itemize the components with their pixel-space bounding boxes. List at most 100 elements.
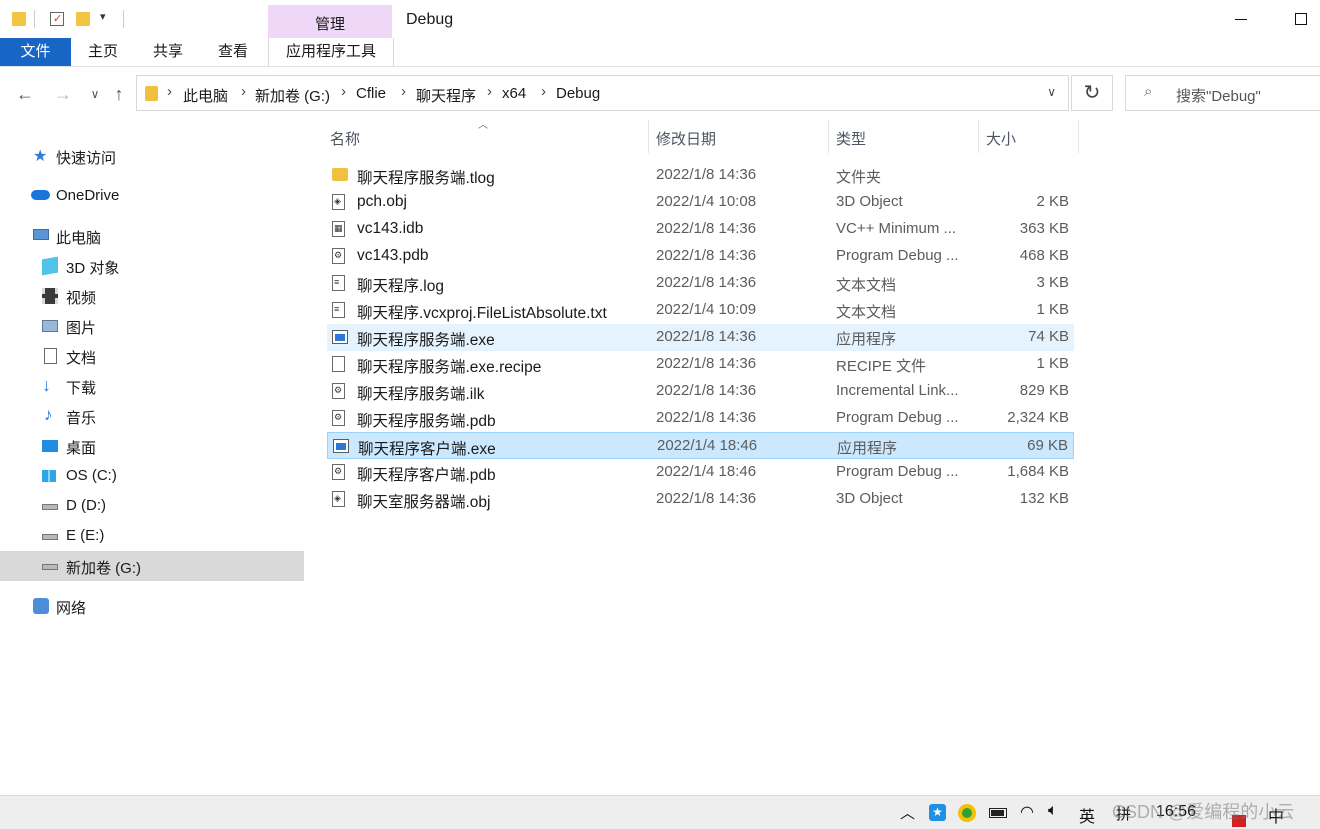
column-header-date[interactable]: 修改日期 <box>656 128 716 149</box>
back-button[interactable]: ← <box>12 80 38 108</box>
file-name: 聊天程序服务端.tlog <box>357 170 495 187</box>
file-row[interactable]: ⚙ 聊天程序服务端.ilk 2022/1/8 14:36 Incremental Li… <box>327 378 1074 405</box>
sidebar-item-music[interactable]: ♪ 音乐 <box>0 401 304 431</box>
sidebar-item-os-c[interactable]: OS (C:) <box>0 461 304 491</box>
sidebar-item-this-pc[interactable]: 此电脑 <box>0 221 304 251</box>
column-header-size[interactable]: 大小 <box>986 128 1016 149</box>
column-divider[interactable] <box>648 120 649 153</box>
column-divider[interactable] <box>978 120 979 153</box>
volume-icon[interactable]: 🔈︎ <box>1048 802 1058 820</box>
up-button[interactable]: ↑ <box>106 80 132 108</box>
3d-object-file-icon: ◈ <box>332 194 345 210</box>
chevron-right-icon: › <box>167 83 172 100</box>
file-row[interactable]: ≡ 聊天程序.vcxproj.FileListAbsolute.txt 2022/1… <box>327 297 1074 324</box>
file-date: 2022/1/4 10:08 <box>656 193 757 210</box>
file-row[interactable]: ◈ pch.obj 2022/1/4 10:08 3D Object 2 KB <box>327 189 1074 216</box>
file-name: 聊天程序客户端.exe <box>358 441 496 458</box>
watermark: CSDN @爱编程的小云 <box>1112 802 1295 822</box>
sidebar-item-desktop[interactable]: 桌面 <box>0 431 304 461</box>
sidebar-item-label: 快速访问 <box>56 150 117 167</box>
minimize-button[interactable] <box>1228 8 1256 32</box>
file-name: 聊天程序服务端.exe <box>357 332 495 349</box>
music-icon: ♪ <box>44 405 53 424</box>
sidebar-item-downloads[interactable]: ↓ 下载 <box>0 371 304 401</box>
sidebar-item-label: 新加卷 (G:) <box>66 560 141 577</box>
file-size: 2,324 KB <box>1007 409 1069 426</box>
pdb-file-icon: ⚙ <box>332 248 345 264</box>
sidebar-item-quick-access[interactable]: ★ 快速访问 <box>0 141 304 171</box>
wifi-icon[interactable]: ◠ <box>1020 802 1034 822</box>
search-placeholder: 搜索"Debug" <box>1176 88 1261 105</box>
breadcrumb-chat-program[interactable]: 聊天程序 <box>416 85 476 106</box>
tab-home[interactable]: 主页 <box>72 38 134 66</box>
file-size: 468 KB <box>1019 247 1069 264</box>
tab-view[interactable]: 查看 <box>202 38 264 66</box>
file-type: Program Debug ... <box>836 463 959 480</box>
column-divider[interactable] <box>828 120 829 153</box>
security-app-icon[interactable] <box>958 804 976 822</box>
windows-drive-icon <box>42 470 56 482</box>
sidebar-item-onedrive[interactable]: OneDrive <box>0 181 304 211</box>
sidebar-item-pictures[interactable]: 图片 <box>0 311 304 341</box>
address-history-dropdown-icon[interactable]: ∨ <box>1047 85 1056 99</box>
column-divider[interactable] <box>1078 120 1079 153</box>
sidebar-item-d[interactable]: D (D:) <box>0 491 304 521</box>
breadcrumb-debug[interactable]: Debug <box>556 85 600 102</box>
ime-language-indicator[interactable]: 英 <box>1079 803 1095 827</box>
file-name: 聊天室服务器端.obj <box>357 494 491 511</box>
video-icon <box>42 288 58 304</box>
file-size: 1 KB <box>1036 355 1069 372</box>
tab-manage[interactable]: 管理 <box>268 5 392 38</box>
file-row[interactable]: 聊天程序服务端.exe 2022/1/8 14:36 应用程序 74 KB <box>327 324 1074 351</box>
tray-app-icon[interactable]: ★ <box>929 804 946 821</box>
file-size: 3 KB <box>1036 274 1069 291</box>
sidebar-item-documents[interactable]: 文档 <box>0 341 304 371</box>
file-row[interactable]: ≡ 聊天程序.log 2022/1/8 14:36 文本文档 3 KB <box>327 270 1074 297</box>
3d-object-file-icon: ◈ <box>332 491 345 507</box>
breadcrumb-this-pc[interactable]: 此电脑 <box>183 85 228 106</box>
properties-icon[interactable]: ✓ <box>50 12 64 26</box>
idb-file-icon: ▦ <box>332 221 345 237</box>
new-folder-icon[interactable] <box>76 12 90 26</box>
tab-share[interactable]: 共享 <box>136 38 200 66</box>
file-row[interactable]: ⚙ 聊天程序客户端.pdb 2022/1/4 18:46 Program Debug … <box>327 459 1074 486</box>
sidebar-item-videos[interactable]: 视频 <box>0 281 304 311</box>
sidebar-item-label: 网络 <box>56 600 87 617</box>
breadcrumb-x64[interactable]: x64 <box>502 85 526 102</box>
file-row[interactable]: ◈ 聊天室服务器端.obj 2022/1/8 14:36 3D Object 132 K… <box>327 486 1074 513</box>
navigation-pane: ★ 快速访问 OneDrive 此电脑 3D 对象 视频 图片 文档 ↓ 下载 … <box>0 118 305 795</box>
file-row[interactable]: ▦ vc143.idb 2022/1/8 14:36 VC++ Minimum ...… <box>327 216 1074 243</box>
column-header-name[interactable]: 名称 <box>330 128 360 149</box>
ilk-file-icon: ⚙ <box>332 383 345 399</box>
address-bar[interactable]: › 此电脑 › 新加卷 (G:) › Cflie › 聊天程序 › x64 › … <box>136 75 1069 111</box>
file-row[interactable]: 聊天程序客户端.exe 2022/1/4 18:46 应用程序 69 KB <box>327 432 1074 459</box>
sidebar-item-e[interactable]: E (E:) <box>0 521 304 551</box>
refresh-button[interactable]: ↻ <box>1071 75 1113 111</box>
column-header-type[interactable]: 类型 <box>836 128 866 149</box>
maximize-button[interactable] <box>1288 8 1314 32</box>
file-row[interactable]: 聊天程序服务端.exe.recipe 2022/1/8 14:36 RECIPE 文… <box>327 351 1074 378</box>
recent-locations-button[interactable]: ∨ <box>82 80 108 108</box>
sidebar-item-new-volume-g[interactable]: 新加卷 (G:) <box>0 551 304 581</box>
show-hidden-icons-chevron-icon[interactable]: ︿ <box>900 802 915 823</box>
sidebar-item-network[interactable]: 网络 <box>0 591 304 621</box>
file-row[interactable]: ⚙ 聊天程序服务端.pdb 2022/1/8 14:36 Program Debug … <box>327 405 1074 432</box>
search-input[interactable]: ⌕ 搜索"Debug" <box>1125 75 1320 111</box>
breadcrumb-cflie[interactable]: Cflie <box>356 85 386 102</box>
sidebar-item-3d-objects[interactable]: 3D 对象 <box>0 251 304 281</box>
sidebar-item-label: 图片 <box>66 320 97 337</box>
file-row[interactable]: 聊天程序服务端.tlog 2022/1/8 14:36 文件夹 <box>327 162 1074 189</box>
battery-icon[interactable] <box>989 808 1007 818</box>
tab-file[interactable]: 文件 <box>0 38 71 66</box>
drive-icon <box>42 534 58 540</box>
customize-quick-access-icon[interactable]: ▾ <box>100 10 106 23</box>
breadcrumb-drive-g[interactable]: 新加卷 (G:) <box>255 85 330 106</box>
tab-application-tools[interactable]: 应用程序工具 <box>268 38 394 66</box>
forward-button[interactable]: → <box>50 80 76 108</box>
minimize-icon <box>1235 19 1247 20</box>
file-row[interactable]: ⚙ vc143.pdb 2022/1/8 14:36 Program Debug ..… <box>327 243 1074 270</box>
divider <box>34 10 35 28</box>
file-date: 2022/1/8 14:36 <box>656 274 757 291</box>
exe-file-icon <box>333 439 349 453</box>
file-name: 聊天程序客户端.pdb <box>357 467 496 484</box>
